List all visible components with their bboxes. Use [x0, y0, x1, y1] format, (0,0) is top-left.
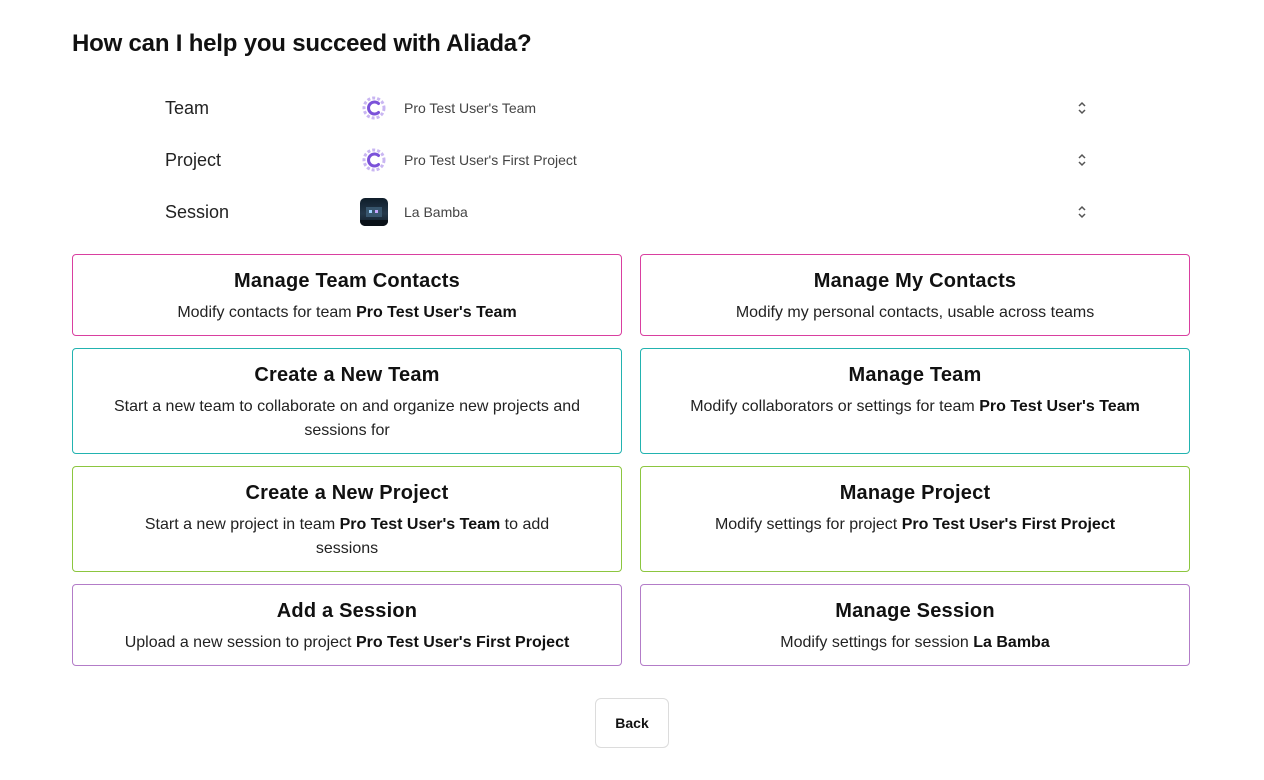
card-description: Start a new project in team Pro Test Use…	[144, 516, 550, 557]
project-select-value: Pro Test User's First Project	[404, 152, 577, 168]
card-description: Start a new team to collaborate on and o…	[113, 398, 581, 439]
manage-my-contacts-card[interactable]: Manage My Contacts Modify my personal co…	[640, 254, 1190, 336]
card-title: Add a Session	[276, 600, 418, 622]
card-title: Create a New Team	[254, 364, 440, 386]
context-selectors: Team Pro Test User's Team Project Pro Te…	[165, 82, 1095, 238]
manage-team-card[interactable]: Manage Team Modify collaborators or sett…	[640, 348, 1190, 454]
project-label: Project	[165, 149, 222, 170]
card-title: Manage Team	[848, 364, 982, 386]
add-session-card[interactable]: Add a Session Upload a new session to pr…	[72, 584, 622, 666]
back-button[interactable]: Back	[595, 698, 669, 748]
card-title: Manage Team Contacts	[234, 270, 460, 292]
card-description: Modify settings for session La Bamba	[780, 634, 1050, 651]
manage-project-card[interactable]: Manage Project Modify settings for proje…	[640, 466, 1190, 572]
card-title: Create a New Project	[245, 482, 449, 504]
card-title: Manage Project	[839, 482, 991, 504]
project-logo-icon	[360, 146, 388, 174]
project-selector-row: Project Pro Test User's First Project	[165, 134, 1095, 186]
session-thumbnail	[360, 198, 388, 226]
page-title: How can I help you succeed with Aliada?	[72, 30, 532, 57]
create-new-team-card[interactable]: Create a New Team Start a new team to co…	[72, 348, 622, 454]
chevron-up-down-icon	[1077, 152, 1087, 173]
card-description: Modify contacts for team Pro Test User's…	[177, 304, 517, 321]
session-label: Session	[165, 201, 230, 222]
project-select[interactable]: Pro Test User's First Project	[360, 140, 1095, 180]
manage-session-card[interactable]: Manage Session Modify settings for sessi…	[640, 584, 1190, 666]
team-logo-icon	[360, 94, 388, 122]
card-title: Manage Session	[835, 600, 995, 622]
chevron-up-down-icon	[1077, 204, 1087, 225]
card-description: Modify settings for project Pro Test Use…	[714, 516, 1116, 533]
team-select[interactable]: Pro Test User's Team	[360, 88, 1095, 128]
card-description: Modify collaborators or settings for tea…	[690, 398, 1140, 415]
team-select-value: Pro Test User's Team	[404, 100, 537, 116]
session-select[interactable]: La Bamba	[360, 192, 1095, 232]
create-new-project-card[interactable]: Create a New Project Start a new project…	[72, 466, 622, 572]
manage-team-contacts-card[interactable]: Manage Team Contacts Modify contacts for…	[72, 254, 622, 336]
team-label: Team	[165, 97, 210, 118]
card-description: Modify my personal contacts, usable acro…	[735, 304, 1095, 321]
card-description: Upload a new session to project Pro Test…	[124, 634, 570, 651]
chevron-up-down-icon	[1077, 100, 1087, 121]
team-selector-row: Team Pro Test User's Team	[165, 82, 1095, 134]
card-title: Manage My Contacts	[813, 270, 1017, 292]
session-select-value: La Bamba	[404, 204, 468, 220]
session-selector-row: Session La Bamba	[165, 186, 1095, 238]
